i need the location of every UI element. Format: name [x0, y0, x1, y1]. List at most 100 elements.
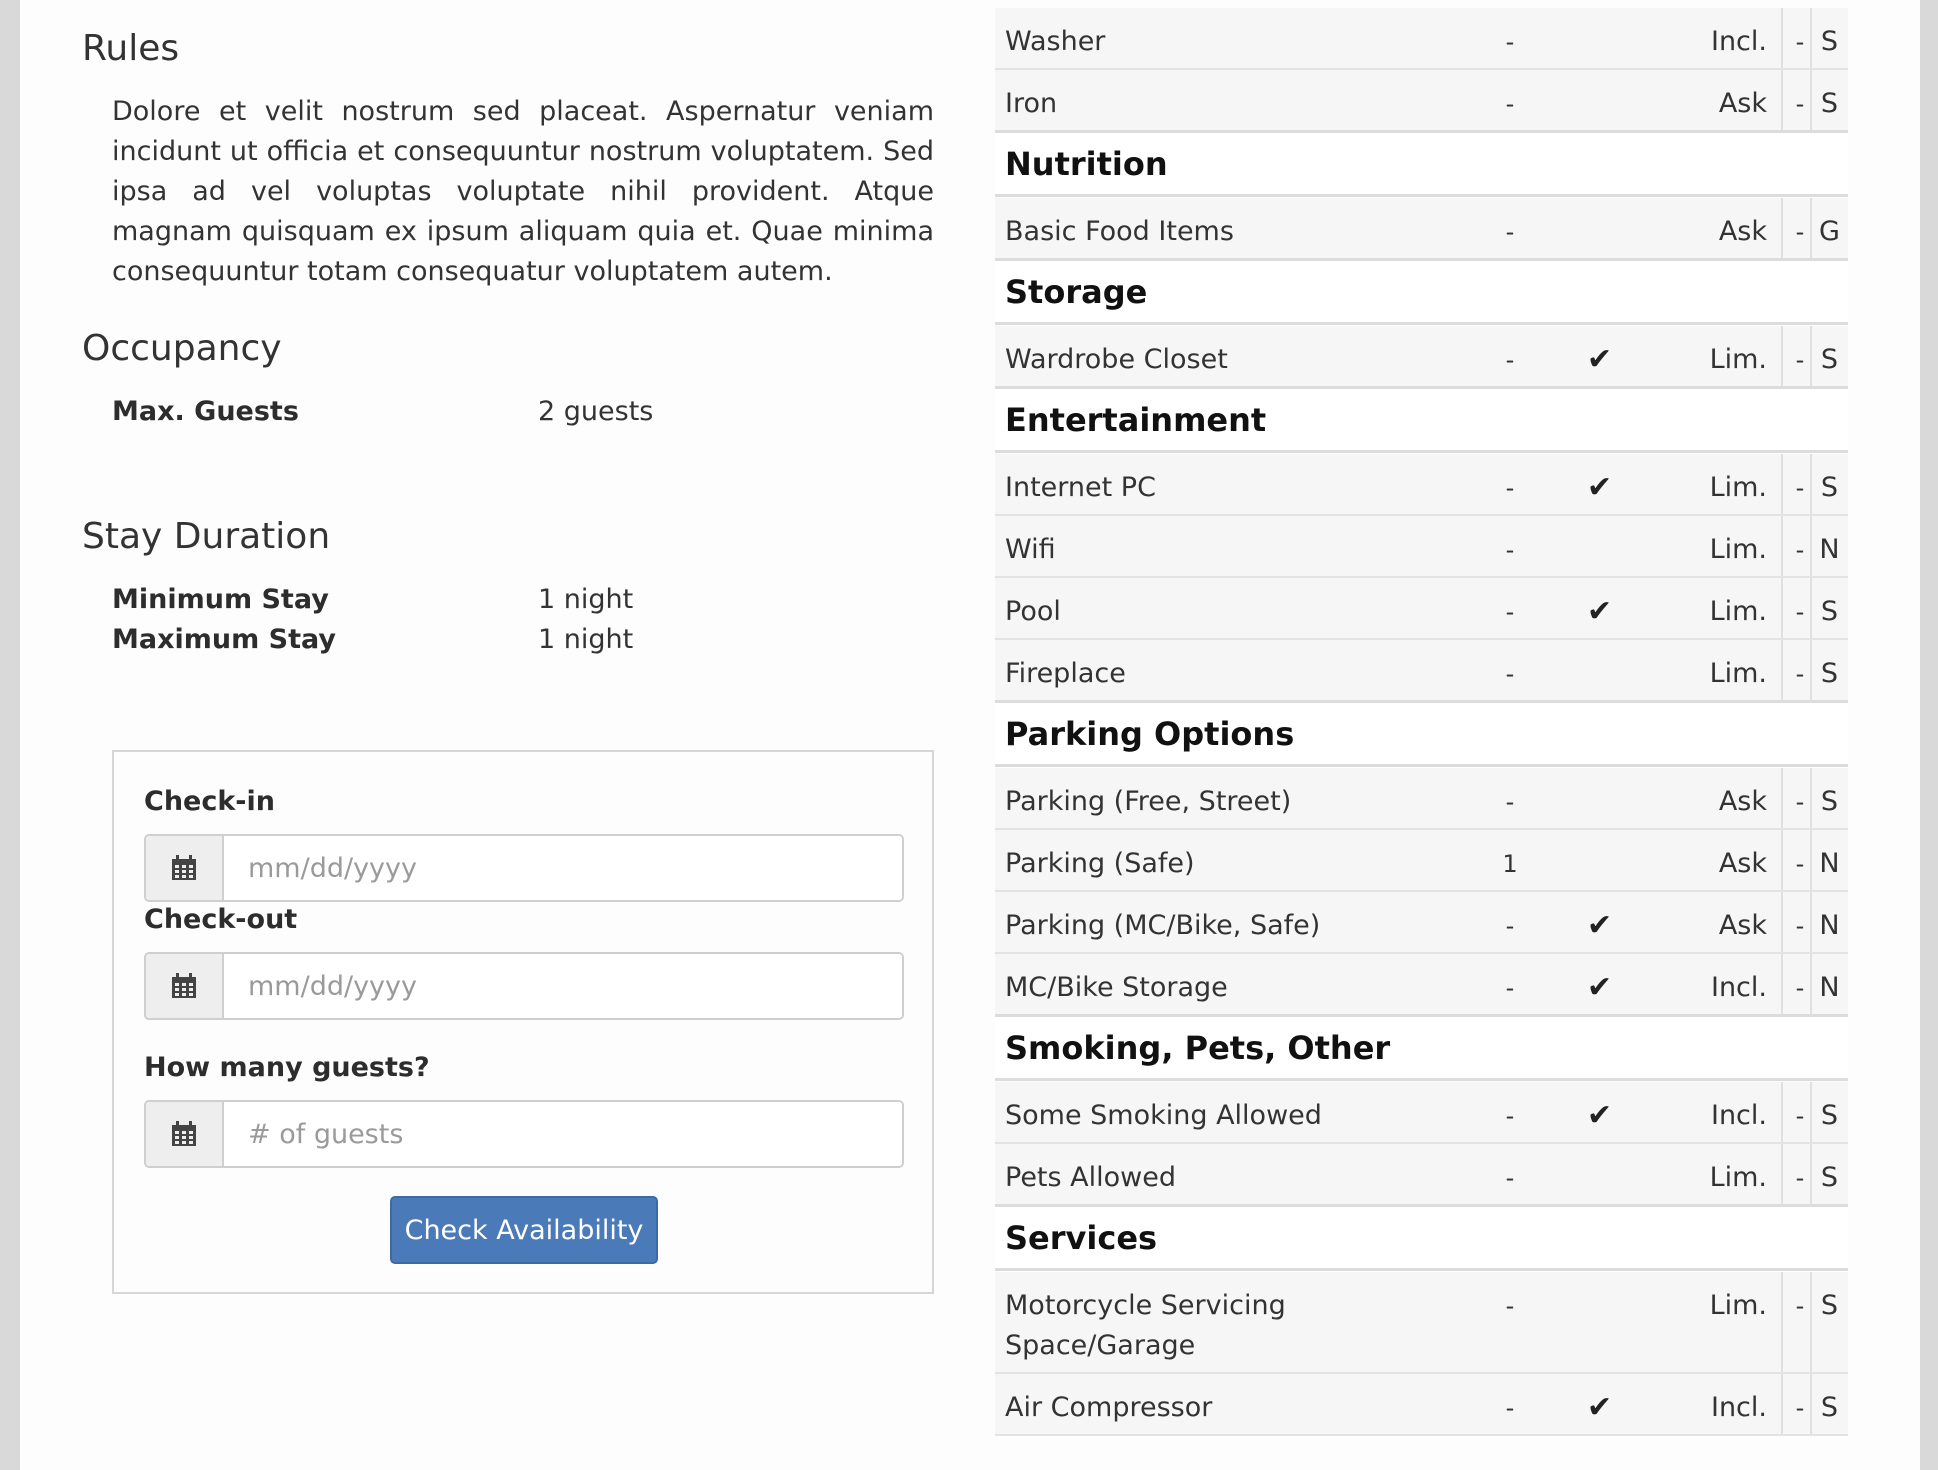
amenity-availability: Ask	[1718, 786, 1767, 817]
minimum-stay-value: 1 night	[538, 584, 634, 615]
amenity-name: MC/Bike Storage	[1005, 968, 1228, 1008]
column-divider	[1810, 640, 1812, 700]
calendar-icon[interactable]	[146, 954, 224, 1018]
checkmark-icon: ✔	[1587, 970, 1613, 1005]
amenity-fee: -	[1795, 850, 1805, 878]
amenity-code: S	[1820, 472, 1839, 503]
amenity-fee: -	[1795, 536, 1805, 564]
column-divider	[1810, 1082, 1812, 1142]
amenity-quantity: -	[1505, 536, 1515, 564]
amenity-fee: -	[1795, 598, 1805, 626]
guests-input[interactable]	[224, 1102, 902, 1166]
amenity-fee: -	[1795, 1164, 1805, 1192]
column-divider	[1781, 8, 1783, 68]
amenity-quantity: -	[1505, 660, 1515, 688]
amenity-fee: -	[1795, 28, 1805, 56]
rules-heading: Rules	[82, 28, 180, 69]
calendar-icon-graphic	[172, 973, 196, 998]
amenity-category-title: Entertainment	[1005, 400, 1267, 439]
amenity-name-line: Some Smoking Allowed	[1005, 1100, 1322, 1131]
amenity-availability: Lim.	[1709, 472, 1767, 503]
amenity-category-title: Smoking, Pets, Other	[1005, 1028, 1391, 1067]
column-divider	[1781, 70, 1783, 130]
amenity-fee: -	[1795, 788, 1805, 816]
amenity-row: Motorcycle Servicing Space/Garage - Lim. - S	[995, 1272, 1848, 1374]
amenity-fee: -	[1795, 974, 1805, 1002]
column-divider	[1781, 198, 1783, 258]
amenity-name: Washer	[1005, 22, 1105, 62]
amenity-availability: Lim.	[1709, 1162, 1767, 1193]
amenity-name: Wifi	[1005, 530, 1056, 570]
amenity-quantity: -	[1505, 788, 1515, 816]
amenity-availability: Ask	[1718, 216, 1767, 247]
maximum-stay-value: 1 night	[538, 624, 634, 655]
amenity-availability: Lim.	[1709, 344, 1767, 375]
amenity-code: S	[1820, 1392, 1839, 1423]
amenity-name: Wardrobe Closet	[1005, 340, 1228, 380]
column-divider	[1781, 1374, 1783, 1434]
amenity-category-header: Nutrition	[995, 130, 1848, 197]
amenity-category-title: Storage	[1005, 272, 1148, 311]
checkmark-icon: ✔	[1587, 1098, 1613, 1133]
checkout-input-group	[144, 952, 904, 1020]
amenity-code: N	[1819, 910, 1840, 941]
amenity-quantity: -	[1505, 1292, 1515, 1320]
rules-text: Dolore et velit nostrum sed placeat. Asp…	[112, 96, 934, 287]
calendar-icon[interactable]	[146, 1102, 224, 1166]
amenity-name: Fireplace	[1005, 654, 1126, 694]
amenity-row: Pets Allowed - Lim. - S	[995, 1144, 1848, 1206]
amenity-name: Motorcycle Servicing Space/Garage	[1005, 1286, 1286, 1366]
checkout-input[interactable]	[224, 954, 902, 1018]
column-divider	[1810, 516, 1812, 576]
checkmark-icon: ✔	[1587, 1390, 1613, 1425]
checkmark-icon: ✔	[1587, 908, 1613, 943]
amenity-row: Wardrobe Closet - ✔ Lim. - S	[995, 326, 1848, 388]
column-divider	[1810, 768, 1812, 828]
checkmark-icon: ✔	[1587, 342, 1613, 377]
amenity-category-title: Parking Options	[1005, 714, 1295, 753]
max-guests-value: 2 guests	[538, 396, 654, 427]
amenity-name-line: Basic Food Items	[1005, 216, 1234, 247]
amenity-code: S	[1820, 786, 1839, 817]
amenity-name: Pool	[1005, 592, 1061, 632]
amenity-name-line: MC/Bike Storage	[1005, 972, 1228, 1003]
amenity-quantity: -	[1505, 28, 1515, 56]
amenity-name-line: Parking (Safe)	[1005, 848, 1195, 879]
amenity-name: Pets Allowed	[1005, 1158, 1176, 1198]
amenity-row: Parking (Safe) 1 Ask - N	[995, 830, 1848, 892]
amenity-name-line: Pets Allowed	[1005, 1162, 1176, 1193]
amenity-row: Basic Food Items - Ask - G	[995, 198, 1848, 260]
occupancy-heading: Occupancy	[82, 328, 282, 369]
amenity-quantity: -	[1505, 598, 1515, 626]
column-divider	[1810, 1272, 1812, 1372]
amenity-quantity: -	[1505, 1164, 1515, 1192]
amenity-code: N	[1819, 972, 1840, 1003]
page: Rules Dolore et velit nostrum sed placea…	[20, 0, 1920, 1470]
amenity-availability: Lim.	[1709, 596, 1767, 627]
calendar-icon[interactable]	[146, 836, 224, 900]
amenity-name-line: Pool	[1005, 596, 1061, 627]
amenity-code: G	[1819, 216, 1840, 247]
amenity-name-line: Internet PC	[1005, 472, 1156, 503]
amenity-name: Internet PC	[1005, 468, 1156, 508]
amenity-fee: -	[1795, 660, 1805, 688]
amenity-row: Parking (MC/Bike, Safe) - ✔ Ask - N	[995, 892, 1848, 954]
check-availability-button[interactable]: Check Availability	[390, 1196, 658, 1264]
column-divider	[1810, 70, 1812, 130]
amenity-fee: -	[1795, 218, 1805, 246]
amenity-quantity: -	[1505, 1394, 1515, 1422]
amenity-name-line: Air Compressor	[1005, 1392, 1213, 1423]
checkin-label: Check-in	[144, 786, 275, 817]
column-divider	[1810, 198, 1812, 258]
column-divider	[1781, 954, 1783, 1014]
column-divider	[1810, 578, 1812, 638]
checkin-input[interactable]	[224, 836, 902, 900]
amenity-name-line: Wardrobe Closet	[1005, 344, 1228, 375]
amenity-fee: -	[1795, 90, 1805, 118]
amenity-code: S	[1820, 344, 1839, 375]
amenity-availability: Lim.	[1709, 658, 1767, 689]
amenity-code: S	[1820, 1100, 1839, 1131]
amenity-fee: -	[1795, 1102, 1805, 1130]
calendar-icon-graphic	[172, 855, 196, 880]
column-divider	[1781, 454, 1783, 514]
